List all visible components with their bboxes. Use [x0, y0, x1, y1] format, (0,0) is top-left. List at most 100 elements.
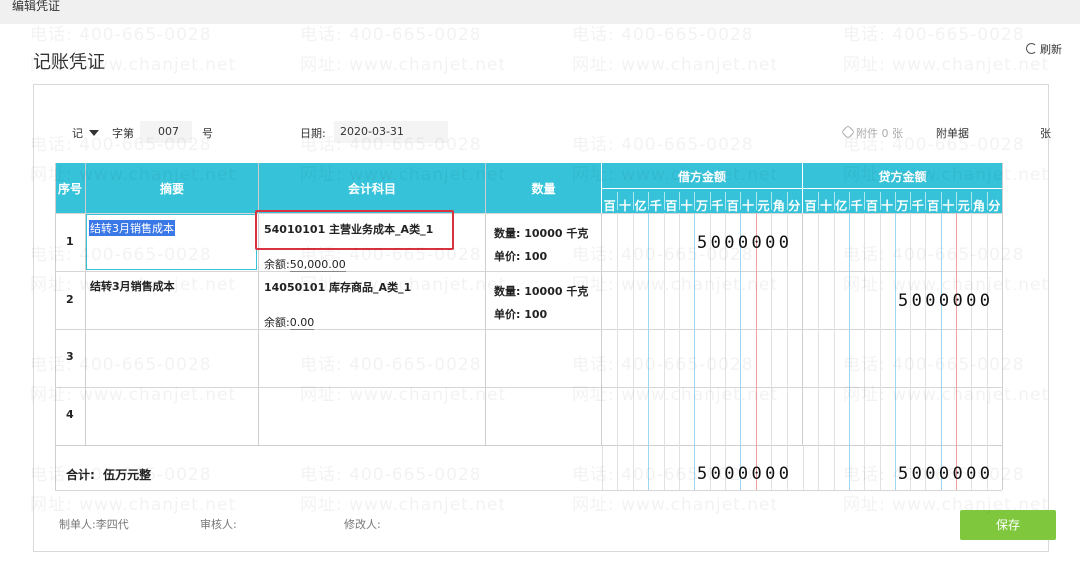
total-digit-line [818, 446, 820, 490]
qty-row-2[interactable]: 数量: 10000 千克 [494, 283, 588, 299]
total-digit-line [648, 446, 650, 490]
unit-header-divider [663, 192, 665, 210]
amount-digit-line [678, 213, 680, 446]
number-suffix: 号 [202, 127, 213, 140]
amount-digit-line [879, 213, 881, 446]
header-summary: 摘要 [159, 182, 184, 196]
unit-header-divider [894, 192, 896, 210]
total-bottom-line [55, 490, 1002, 491]
total-digit-line [663, 446, 665, 490]
amount-digit-line [894, 213, 896, 446]
debit-unit-header: 万 [695, 199, 708, 213]
total-digit-line [894, 446, 896, 490]
amount-digit-line [910, 213, 912, 446]
balance-value-row-2: 0.00 [289, 316, 315, 330]
amount-digit-line [833, 213, 835, 446]
account-row-2[interactable]: 14050101 库存商品_A类_1 [264, 279, 411, 295]
qty-row-1[interactable]: 数量: 10000 千克 [494, 225, 588, 241]
amount-digit-line [925, 213, 927, 446]
grid-row-line [55, 387, 1002, 388]
debit-unit-header: 十 [680, 199, 693, 213]
summary-input-row-1[interactable]: 结转3月销售成本 [86, 214, 257, 270]
paperclip-icon [840, 124, 856, 140]
unit-header-divider [910, 192, 912, 210]
credit-unit-header: 角 [973, 199, 986, 213]
price-label-row-2: 单价: [494, 308, 521, 321]
row-seq-3: 3 [66, 350, 74, 363]
grid-row-line [55, 271, 1002, 272]
amount-digit-line [648, 213, 650, 446]
total-digit-line [632, 446, 634, 490]
unit-header-divider [648, 192, 650, 210]
balance-row-1: 余额:50,000.00 [264, 256, 346, 272]
total-digit-line [833, 446, 835, 490]
date-label: 日期: [300, 127, 326, 140]
refresh-button[interactable]: 刷新 [1026, 41, 1062, 57]
row-seq-1: 1 [66, 235, 74, 248]
unit-header-divider [925, 192, 927, 210]
amount-digit-line [940, 213, 942, 446]
debit-unit-header: 千 [711, 199, 724, 213]
debit-unit-header: 百 [726, 199, 739, 213]
amount-digit-line [694, 213, 696, 446]
attachment-field[interactable]: 附件 0 张 [840, 124, 903, 141]
maker-name: 李四代 [95, 518, 129, 531]
grid-bottom-line [55, 445, 1002, 446]
attach-docs-input[interactable] [980, 121, 1036, 143]
window-title: 编辑凭证 [12, 0, 61, 13]
row-seq-2: 2 [66, 293, 74, 306]
chevron-down-icon [89, 130, 99, 136]
row-seq-4: 4 [66, 408, 74, 421]
summary-text-row-2[interactable]: 结转3月销售成本 [90, 278, 175, 294]
credit-amount-row-2[interactable]: 5000000 [898, 291, 993, 311]
price-row-2[interactable]: 单价: 100 [494, 306, 547, 322]
credit-unit-header: 十 [881, 199, 894, 213]
unit-header-divider [709, 192, 711, 210]
balance-value-row-1: 50,000.00 [289, 258, 346, 272]
unit-header-divider [771, 192, 773, 210]
credit-unit-header: 元 [957, 199, 970, 213]
unit-header-divider [956, 192, 958, 210]
unit-header-divider [740, 192, 742, 210]
save-button[interactable]: 保存 [960, 510, 1056, 540]
unit-header-divider [848, 192, 850, 210]
balance-label-row-2: 余额: [264, 316, 290, 329]
amount-digit-line [663, 213, 665, 446]
price-row-1[interactable]: 单价: 100 [494, 248, 547, 264]
amount-digit-line [971, 213, 973, 446]
grid-column-line [258, 163, 259, 446]
unit-header-divider [818, 192, 820, 210]
total-digit-line [864, 446, 866, 490]
voucher-word-select[interactable]: 记 [72, 125, 99, 141]
unit-header-divider [864, 192, 866, 210]
maker-label: 制单人: [59, 518, 96, 531]
amount-digit-line [864, 213, 866, 446]
unit-header-divider [755, 192, 757, 210]
attach-docs-unit: 张 [1040, 127, 1051, 140]
unit-header-divider [940, 192, 942, 210]
voucher-number-input[interactable]: 007 [140, 121, 192, 143]
grid-column-line [1002, 163, 1003, 446]
debit-unit-header: 百 [665, 199, 678, 213]
unit-header-divider [986, 192, 988, 210]
maker-field: 制单人:李四代 [59, 516, 129, 532]
date-input[interactable]: 2020-03-31 [334, 121, 448, 143]
attachment-label: 附件 [856, 127, 878, 140]
debit-amount-row-1[interactable]: 5000000 [697, 233, 792, 253]
amount-digit-line [818, 213, 820, 446]
header-debit: 借方金额 [677, 170, 726, 184]
balance-row-2: 余额:0.00 [264, 314, 315, 330]
attach-docs-label: 附单据 [936, 127, 969, 140]
account-row-1[interactable]: 54010101 主营业务成本_A类_1 [264, 221, 433, 237]
unit-header-divider [632, 192, 634, 210]
balance-label-row-1: 余额: [264, 258, 290, 271]
credit-unit-header: 百 [865, 199, 878, 213]
debit-unit-header: 分 [788, 199, 801, 213]
total-label: 合计: [66, 468, 95, 482]
total-digit-line [848, 446, 850, 490]
debit-unit-header: 千 [649, 199, 662, 213]
unit-header-divider [786, 192, 788, 210]
grid-column-line [485, 163, 486, 446]
total-digit-line [602, 446, 603, 490]
qty-label-row-1: 数量: [494, 227, 521, 240]
